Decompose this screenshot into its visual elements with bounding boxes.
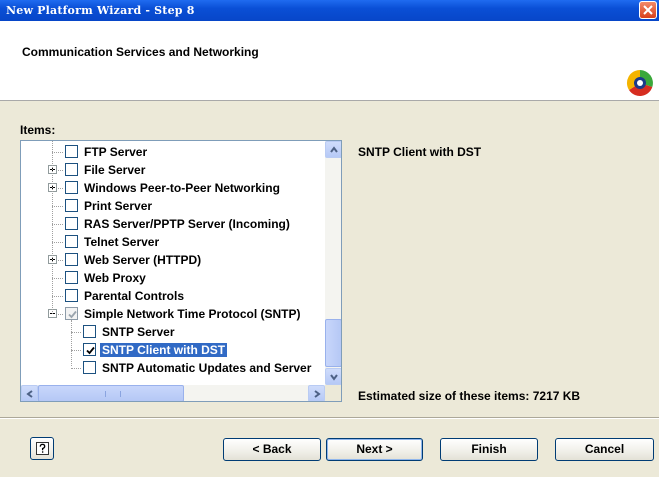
tree-item[interactable]: Web Proxy <box>21 269 331 287</box>
tree-item-label: Windows Peer-to-Peer Networking <box>84 181 280 195</box>
items-tree[interactable]: FTP Server File Server Windows Peer-to-Pee… <box>20 140 342 402</box>
vertical-scroll-thumb[interactable] <box>325 319 341 367</box>
tree-item[interactable]: Web Server (HTTPD) <box>21 251 331 269</box>
tree-item-label: Web Server (HTTPD) <box>84 253 202 267</box>
tree-item-label: SNTP Client with DST <box>100 343 228 357</box>
tree-item-label: Print Server <box>84 199 153 213</box>
tree-item-label: Telnet Server <box>84 235 160 249</box>
scroll-down-button[interactable] <box>325 368 341 385</box>
tree-item-label: FTP Server <box>84 145 148 159</box>
scroll-right-button[interactable] <box>308 385 325 401</box>
tree-item[interactable]: Print Server <box>21 197 331 215</box>
vertical-scrollbar[interactable] <box>325 141 341 385</box>
tree-item[interactable]: FTP Server <box>21 143 331 161</box>
checkmark-icon <box>86 346 95 355</box>
scroll-left-button[interactable] <box>21 385 38 401</box>
back-button[interactable]: < Back <box>223 438 321 461</box>
tree-item-checkbox[interactable] <box>83 325 96 338</box>
tree-item-checkbox[interactable] <box>65 271 78 284</box>
tree-item-checkbox[interactable] <box>65 145 78 158</box>
tree-item-checkbox[interactable] <box>83 343 96 356</box>
tree-item[interactable]: File Server <box>21 161 331 179</box>
page-title: Communication Services and Networking <box>22 45 259 59</box>
tree-item-checkbox[interactable] <box>83 361 96 374</box>
items-label: Items: <box>20 123 56 137</box>
tree-item-label: RAS Server/PPTP Server (Incoming) <box>84 217 290 231</box>
scrollbar-corner <box>325 385 341 401</box>
tree-item[interactable]: Simple Network Time Protocol (SNTP) <box>21 305 331 323</box>
wizard-logo-icon <box>626 69 653 96</box>
checkmark-icon <box>68 310 77 319</box>
tree-item[interactable]: Telnet Server <box>21 233 331 251</box>
tree-item-checkbox[interactable] <box>65 199 78 212</box>
close-button[interactable] <box>639 1 657 19</box>
finish-button[interactable]: Finish <box>440 438 538 461</box>
tree-item-checkbox[interactable] <box>65 181 78 194</box>
tree-connector-line <box>52 141 54 314</box>
scroll-right-arrow-icon <box>314 390 321 398</box>
tree-item[interactable]: SNTP Automatic Updates and Server <box>21 359 331 377</box>
scroll-down-arrow-icon <box>330 374 338 381</box>
tree-item[interactable]: Parental Controls <box>21 287 331 305</box>
item-description: SNTP Client with DST <box>358 145 482 159</box>
tree-connector-line <box>71 368 81 370</box>
tree-item-label: SNTP Automatic Updates and Server <box>102 361 312 375</box>
tree-item[interactable]: SNTP Server <box>21 323 331 341</box>
scroll-up-arrow-icon <box>330 146 338 153</box>
tree-item-label: SNTP Server <box>102 325 175 339</box>
tree-item-label: File Server <box>84 163 146 177</box>
tree-item-label: Parental Controls <box>84 289 185 303</box>
title-bar[interactable]: New Platform Wizard - Step 8 <box>0 0 659 21</box>
tree-item-label: Simple Network Time Protocol (SNTP) <box>84 307 301 321</box>
horizontal-scroll-thumb[interactable] <box>38 385 184 401</box>
help-icon <box>36 442 49 455</box>
tree-item-checkbox[interactable] <box>65 253 78 266</box>
close-icon <box>643 5 653 15</box>
tree-item[interactable]: Windows Peer-to-Peer Networking <box>21 179 331 197</box>
window-title: New Platform Wizard - Step 8 <box>6 4 195 17</box>
wizard-window: New Platform Wizard - Step 8 Communicati… <box>0 0 659 477</box>
tree-item-checkbox[interactable] <box>65 217 78 230</box>
tree-item-label: Web Proxy <box>84 271 146 285</box>
footer-divider <box>0 417 659 419</box>
tree-item[interactable]: RAS Server/PPTP Server (Incoming) <box>21 215 331 233</box>
scroll-up-button[interactable] <box>325 141 341 158</box>
cancel-button[interactable]: Cancel <box>555 438 654 461</box>
wizard-header: Communication Services and Networking <box>0 21 659 101</box>
tree-item-checkbox[interactable] <box>65 307 78 320</box>
tree-item-checkbox[interactable] <box>65 235 78 248</box>
tree-item[interactable]: SNTP Client with DST <box>21 341 331 359</box>
tree-item-checkbox[interactable] <box>65 289 78 302</box>
horizontal-scrollbar[interactable] <box>21 385 325 401</box>
next-button[interactable]: Next > <box>326 438 423 461</box>
estimated-size: Estimated size of these items: 7217 KB <box>358 389 581 403</box>
help-button[interactable] <box>30 437 54 460</box>
tree-connector-line <box>71 320 73 366</box>
tree-item-checkbox[interactable] <box>65 163 78 176</box>
scroll-left-arrow-icon <box>26 390 33 398</box>
